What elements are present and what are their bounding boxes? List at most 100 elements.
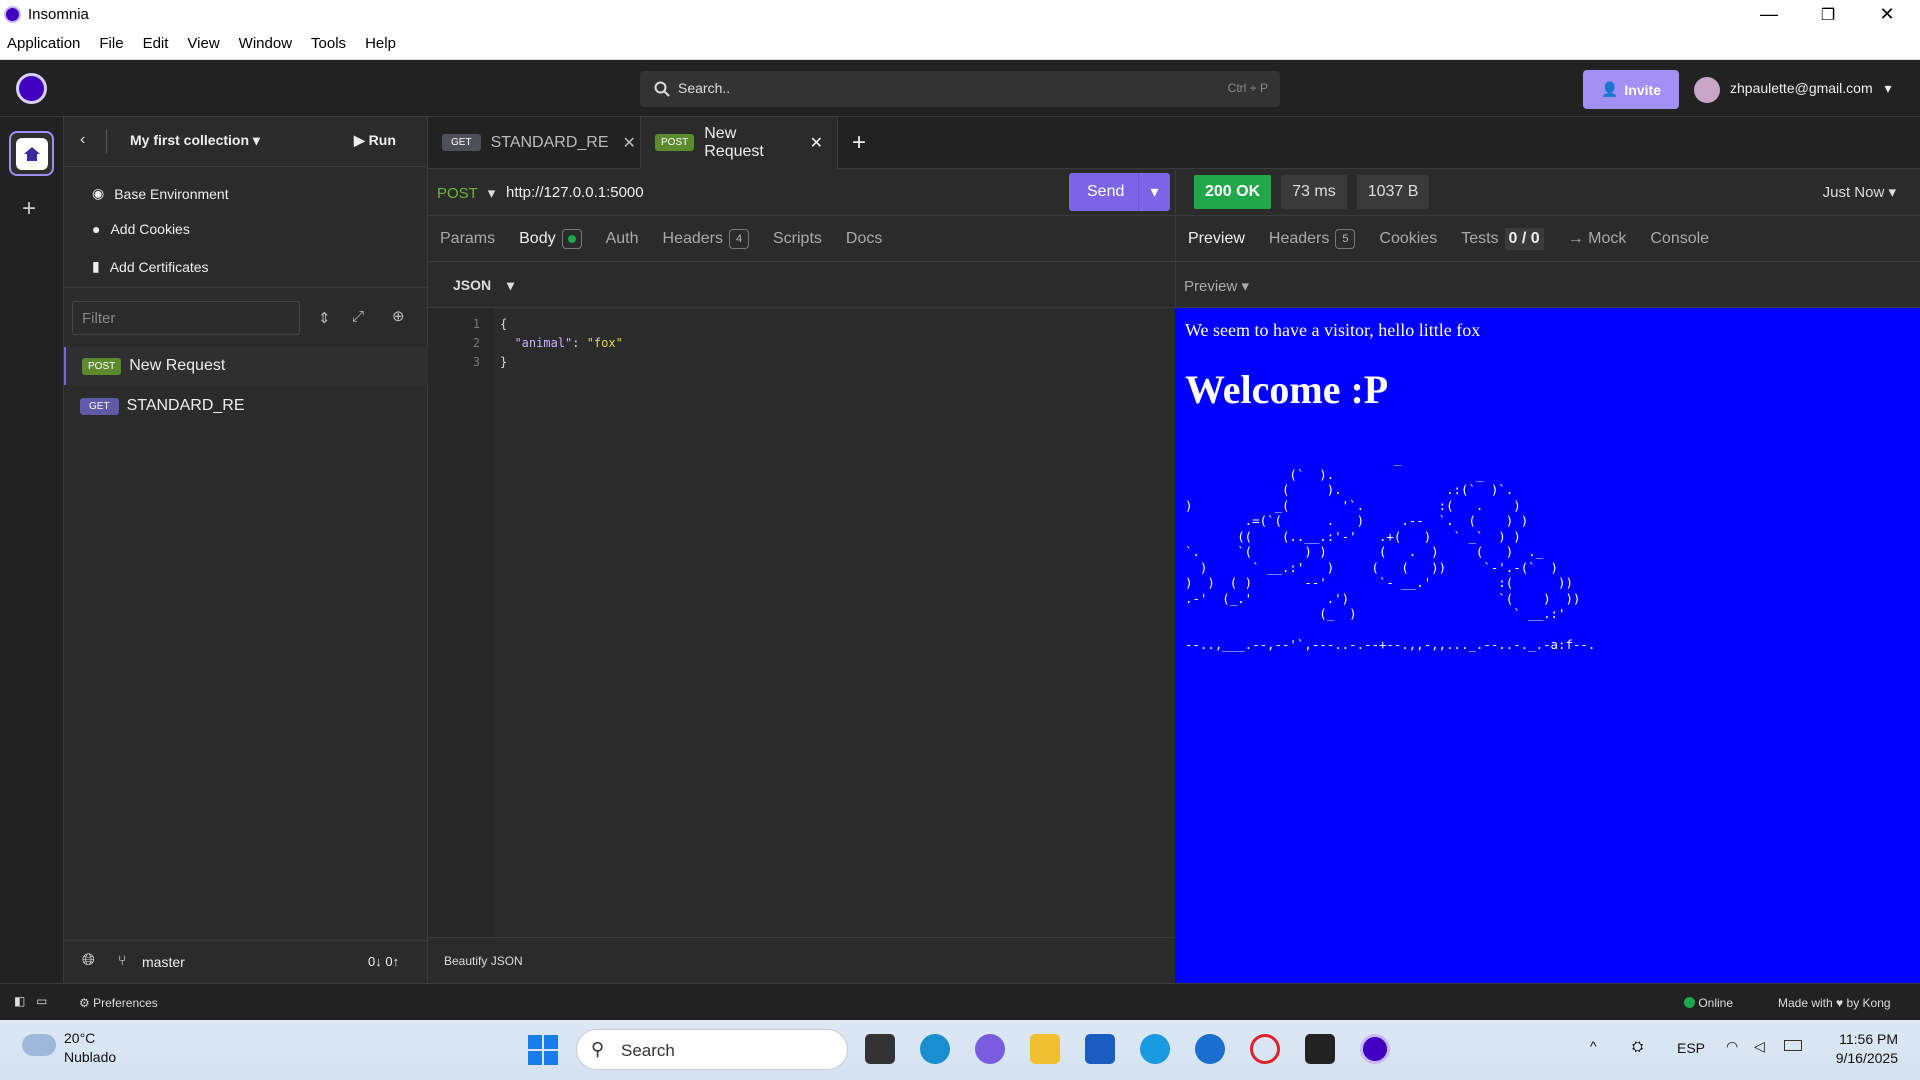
battery-icon[interactable] (1784, 1040, 1802, 1051)
cookie-icon: ● (92, 221, 101, 237)
minimize-button[interactable]: — (1746, 0, 1792, 29)
status-bar: ◧ ▭ ⚙ Preferences Online Made with ♥ by … (0, 983, 1920, 1020)
menu-application[interactable]: Application (7, 29, 80, 59)
maximize-button[interactable]: ❐ (1805, 0, 1851, 29)
run-button[interactable]: ▶ Run (354, 132, 396, 149)
tab-auth[interactable]: Auth (606, 230, 639, 248)
line-number: 1 (472, 317, 480, 331)
copilot-icon[interactable] (975, 1034, 1005, 1064)
add-cookies-item[interactable]: ● Add Cookies (92, 221, 190, 237)
store-icon[interactable] (1085, 1034, 1115, 1064)
menu-tools[interactable]: Tools (311, 29, 346, 59)
user-email[interactable]: zhpaulette@gmail.com ▾ (1730, 80, 1892, 97)
close-icon[interactable]: ✕ (623, 133, 636, 153)
base-environment-item[interactable]: ◉ Base Environment (92, 185, 229, 202)
back-icon[interactable]: ‹ (80, 131, 85, 149)
tab-preview[interactable]: Preview (1188, 230, 1245, 248)
menu-edit[interactable]: Edit (143, 29, 169, 59)
tab-cookies[interactable]: Cookies (1379, 230, 1437, 248)
body-type-select[interactable]: JSON ▾ (453, 277, 514, 294)
tab-tests[interactable]: Tests 0 / 0 (1461, 227, 1544, 250)
preview-mode-bar: Preview ▾ (1175, 262, 1920, 308)
quick-assist-icon[interactable] (1140, 1034, 1170, 1064)
menu-help[interactable]: Help (365, 29, 396, 59)
made-with-kong[interactable]: Made with ♥ by Kong (1778, 996, 1891, 1010)
volume-icon[interactable]: ◁ (1754, 1038, 1765, 1055)
windows-taskbar: 20°C Nublado ⚲ Search ^ ⛭ ESP ◠ ◁ 11:56 … (0, 1020, 1920, 1080)
avatar[interactable] (1694, 77, 1720, 103)
search-bar[interactable]: Search.. Ctrl + P (640, 71, 1280, 107)
opera-icon[interactable] (1250, 1034, 1280, 1064)
close-window-button[interactable]: ✕ (1864, 0, 1910, 29)
close-icon[interactable]: ✕ (810, 133, 823, 153)
certificate-icon: ▮ (92, 258, 100, 274)
weather-temp[interactable]: 20°C (64, 1030, 95, 1046)
list-item[interactable]: GET STANDARD_RE (64, 387, 428, 425)
history-dropdown[interactable]: Just Now ▾ (1823, 183, 1896, 201)
menu-view[interactable]: View (187, 29, 219, 59)
tab-docs[interactable]: Docs (846, 230, 882, 248)
edge-icon[interactable] (920, 1034, 950, 1064)
tab-headers[interactable]: Headers 4 (663, 228, 749, 249)
invite-button[interactable]: 👤 Invite (1583, 70, 1679, 109)
preview-mode-select[interactable]: Preview ▾ (1184, 277, 1249, 295)
add-tab-icon[interactable]: + (852, 129, 866, 157)
toggle-panel-icon[interactable]: ▭ (36, 994, 47, 1008)
tab-params[interactable]: Params (440, 230, 495, 248)
url-input[interactable]: http://127.0.0.1:5000 (506, 184, 644, 201)
globe-icon[interactable]: 🌐︎ (82, 952, 95, 970)
sync-status[interactable]: 0↓ 0↑ (368, 954, 399, 969)
tab-new-request[interactable]: POST New Request ✕ (641, 116, 838, 169)
terminal-icon[interactable] (1305, 1034, 1335, 1064)
tab-standard-re[interactable]: GET STANDARD_RE ✕ (428, 116, 641, 169)
tab-mock[interactable]: → Mock (1568, 230, 1627, 248)
app-header: Search.. Ctrl + P 👤 Invite zhpaulette@gma… (0, 60, 1920, 117)
code-line: } (500, 355, 508, 369)
chevron-down-icon[interactable]: ▾ (1138, 173, 1170, 211)
language-indicator[interactable]: ESP (1677, 1040, 1705, 1056)
tab-body[interactable]: Body (519, 228, 582, 249)
file-explorer-icon[interactable] (1030, 1034, 1060, 1064)
insomnia-taskbar-icon[interactable] (1360, 1034, 1390, 1064)
home-icon (23, 146, 40, 161)
method-select[interactable]: POST ▾ (437, 184, 495, 202)
cloud-icon[interactable] (22, 1034, 56, 1056)
send-button[interactable]: Send ▾ (1069, 173, 1170, 211)
hp-icon[interactable] (1195, 1034, 1225, 1064)
method-badge: POST (655, 134, 695, 151)
wifi-icon[interactable]: ◠ (1726, 1038, 1738, 1055)
add-request-icon[interactable]: ⊕ (392, 307, 405, 325)
tests-count: 0 / 0 (1504, 227, 1544, 250)
tab-console[interactable]: Console (1650, 230, 1709, 248)
globe-icon: ◉ (92, 185, 105, 201)
collection-dropdown[interactable]: My first collection ▾ (130, 132, 260, 149)
add-certificates-item[interactable]: ▮ Add Certificates (92, 258, 209, 275)
clock-date[interactable]: 9/16/2025 (1820, 1050, 1898, 1066)
weather-condition[interactable]: Nublado (64, 1049, 116, 1065)
line-number: 3 (472, 355, 480, 369)
clock-time[interactable]: 11:56 PM (1832, 1031, 1898, 1047)
branch-name[interactable]: master (142, 954, 185, 970)
menu-file[interactable]: File (99, 29, 123, 59)
taskbar-search[interactable]: ⚲ Search (576, 1029, 848, 1070)
tab-response-headers[interactable]: Headers 5 (1269, 228, 1356, 249)
list-item[interactable]: POST New Request (64, 347, 428, 385)
tab-scripts[interactable]: Scripts (773, 230, 822, 248)
git-branch-icon[interactable]: ⑂ (118, 952, 126, 968)
toggle-sidebar-icon[interactable]: ◧ (14, 994, 25, 1008)
add-project-icon[interactable]: + (22, 195, 36, 223)
expand-icon[interactable]: ⤢ (352, 308, 364, 325)
home-button[interactable] (9, 131, 54, 176)
network-status-icon[interactable]: ⛭ (1632, 1038, 1643, 1055)
insomnia-home-logo-icon[interactable] (16, 73, 47, 104)
online-status: Online (1684, 996, 1733, 1010)
windows-start-icon[interactable] (528, 1035, 558, 1065)
preferences-button[interactable]: ⚙ Preferences (79, 996, 158, 1010)
chevron-up-icon[interactable]: ^ (1590, 1038, 1597, 1054)
task-view-icon[interactable] (865, 1034, 895, 1064)
sort-icon[interactable]: ⇕ (318, 309, 331, 327)
beautify-button[interactable]: Beautify JSON (444, 954, 523, 968)
menu-window[interactable]: Window (239, 29, 292, 59)
code-editor[interactable]: 1 2 3 { "animal": "fox" } (428, 308, 1175, 937)
filter-input[interactable]: Filter (72, 301, 300, 335)
